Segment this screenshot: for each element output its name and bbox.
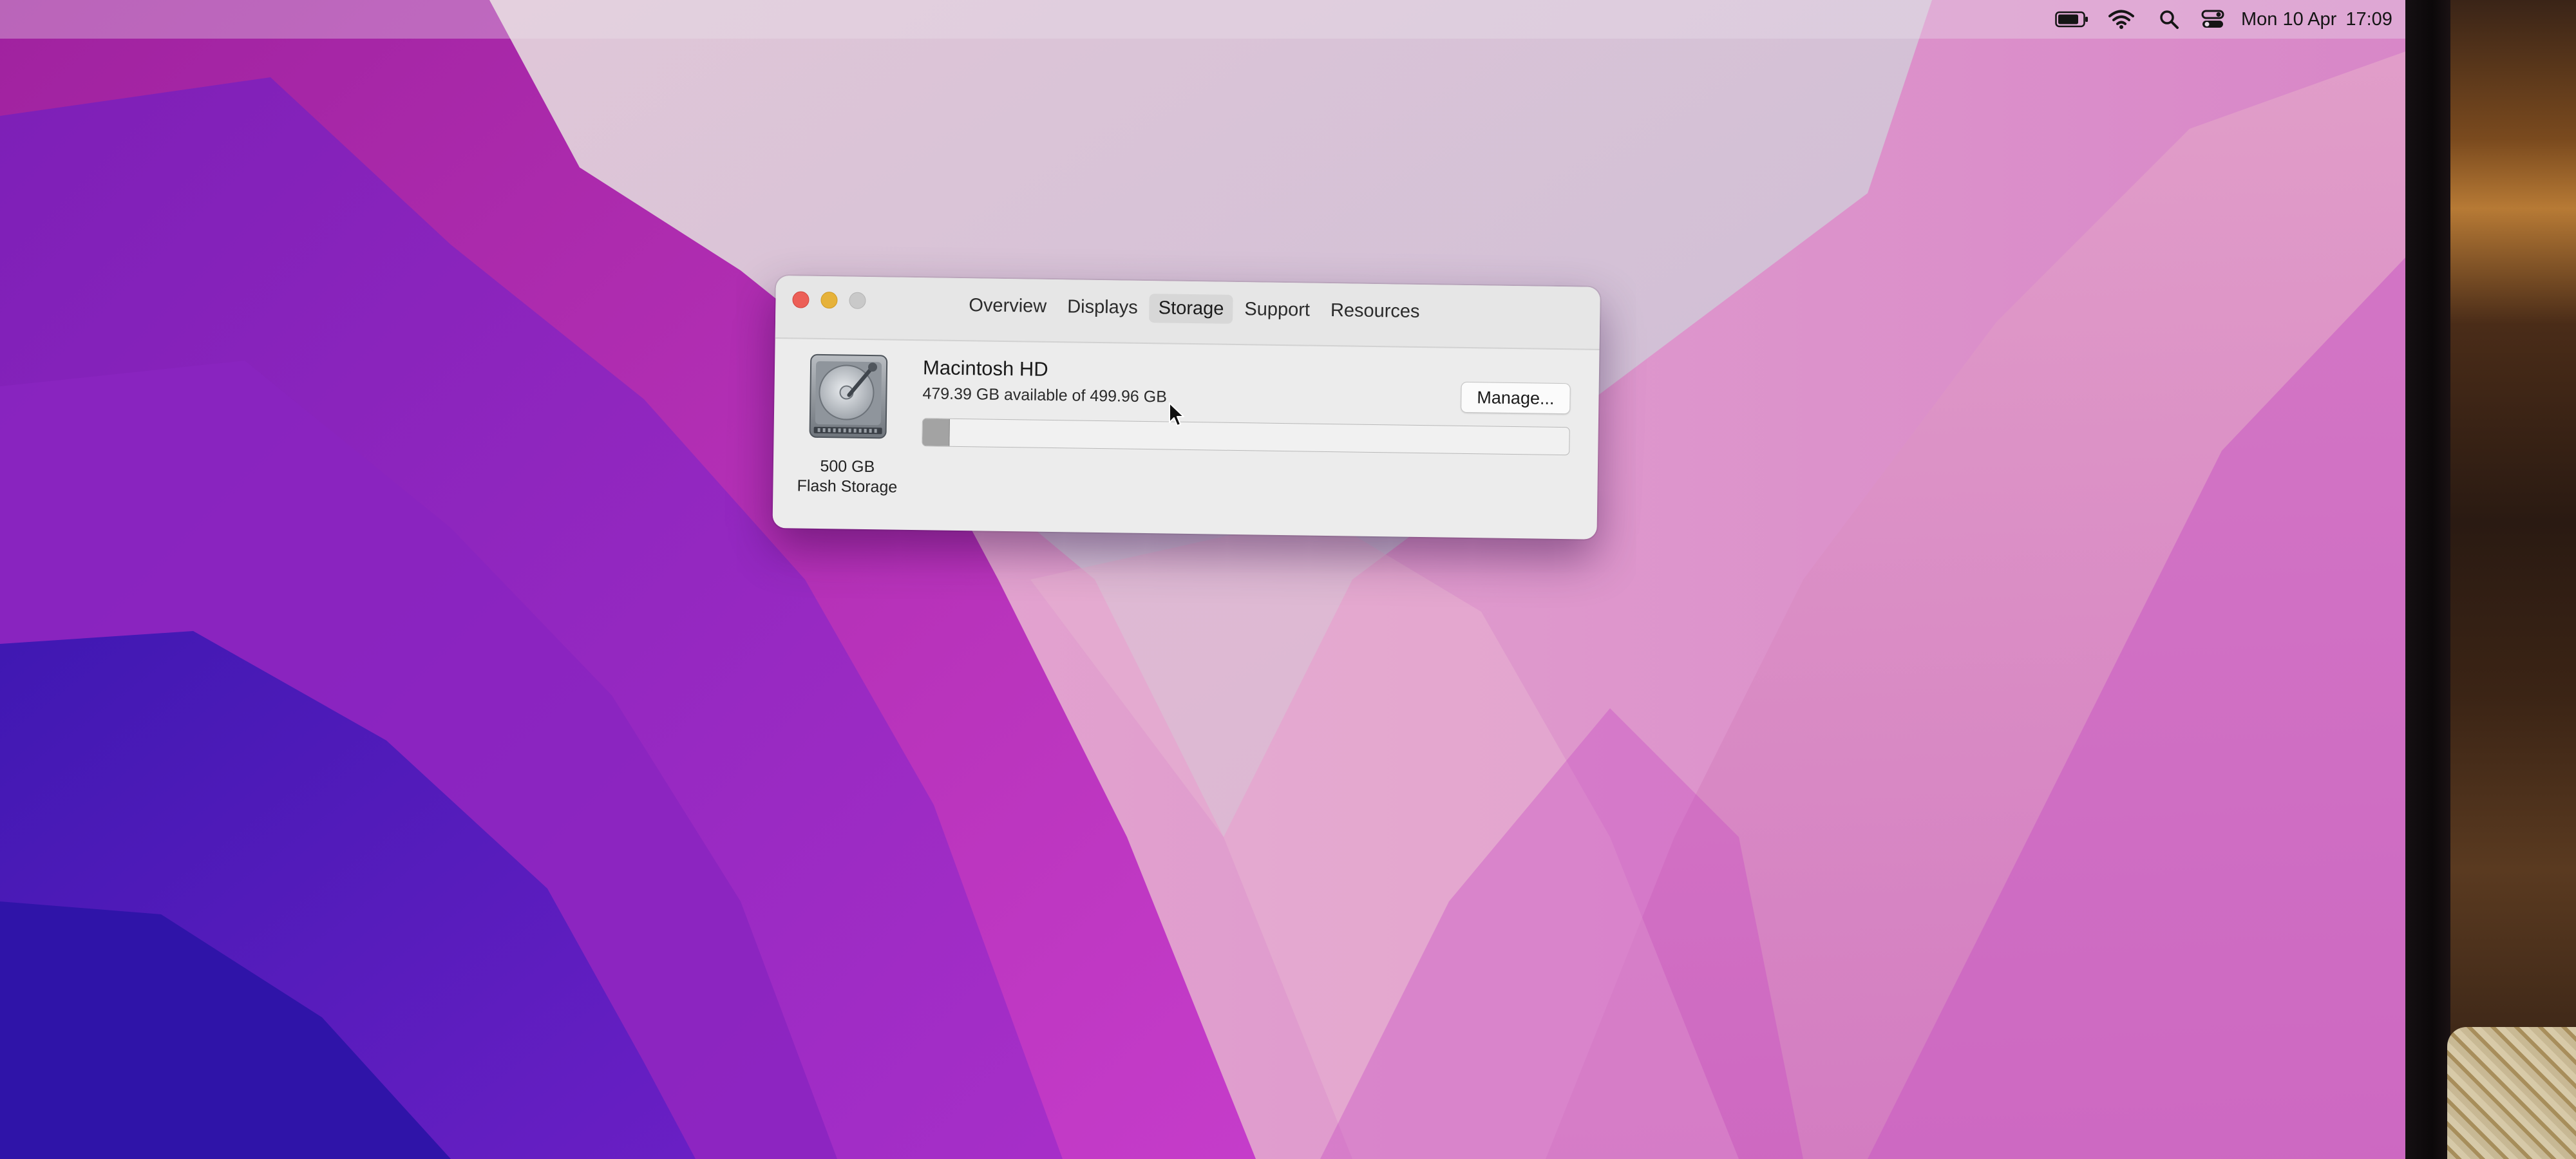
storage-used-segment[interactable] xyxy=(922,419,951,446)
tab-bar: Overview Displays Storage Support Resour… xyxy=(960,290,1432,327)
clock-date: Mon 10 Apr xyxy=(2241,8,2337,30)
tab-support[interactable]: Support xyxy=(1235,294,1319,325)
disk-size: 500 GB xyxy=(820,457,875,476)
volume-available-text: 479.39 GB available of 499.96 GB xyxy=(922,384,1168,406)
window-titlebar[interactable]: Overview Displays Storage Support Resour… xyxy=(775,276,1600,350)
about-this-mac-window: Overview Displays Storage Support Resour… xyxy=(772,276,1600,540)
tab-storage[interactable]: Storage xyxy=(1149,293,1233,324)
storage-usage-bar[interactable] xyxy=(922,418,1570,456)
manage-button[interactable]: Manage... xyxy=(1461,381,1571,415)
laptop-bezel xyxy=(2405,0,2450,1159)
battery-icon[interactable] xyxy=(2053,8,2090,31)
tab-overview[interactable]: Overview xyxy=(960,290,1056,321)
tab-resources[interactable]: Resources xyxy=(1321,296,1429,326)
search-icon[interactable] xyxy=(2157,8,2181,31)
desktop[interactable]: Mon 10 Apr 17:09 Overview Displays Stora… xyxy=(0,0,2405,1159)
disk-type: Flash Storage xyxy=(797,476,898,496)
disk-capacity-label: 500 GB Flash Storage xyxy=(786,456,909,498)
clock-time: 17:09 xyxy=(2345,8,2392,30)
close-button[interactable] xyxy=(792,291,810,308)
minimize-button[interactable] xyxy=(820,291,838,309)
menu-bar: Mon 10 Apr 17:09 xyxy=(0,0,2405,39)
room-background xyxy=(2450,0,2576,1159)
tab-displays[interactable]: Displays xyxy=(1058,292,1147,323)
wifi-icon[interactable] xyxy=(2107,8,2136,31)
photo-of-screen: Mon 10 Apr 17:09 Overview Displays Stora… xyxy=(0,0,2576,1159)
zoom-button[interactable] xyxy=(849,292,866,309)
mouse-pointer-icon xyxy=(1169,402,1184,426)
hard-drive-icon xyxy=(809,353,888,439)
desktop-wallpaper xyxy=(0,0,2405,1159)
patterned-cloth xyxy=(2447,1027,2576,1159)
volume-name: Macintosh HD xyxy=(922,356,1048,381)
control-center-icon[interactable] xyxy=(2200,8,2226,31)
menu-bar-clock[interactable]: Mon 10 Apr 17:09 xyxy=(2241,8,2396,31)
